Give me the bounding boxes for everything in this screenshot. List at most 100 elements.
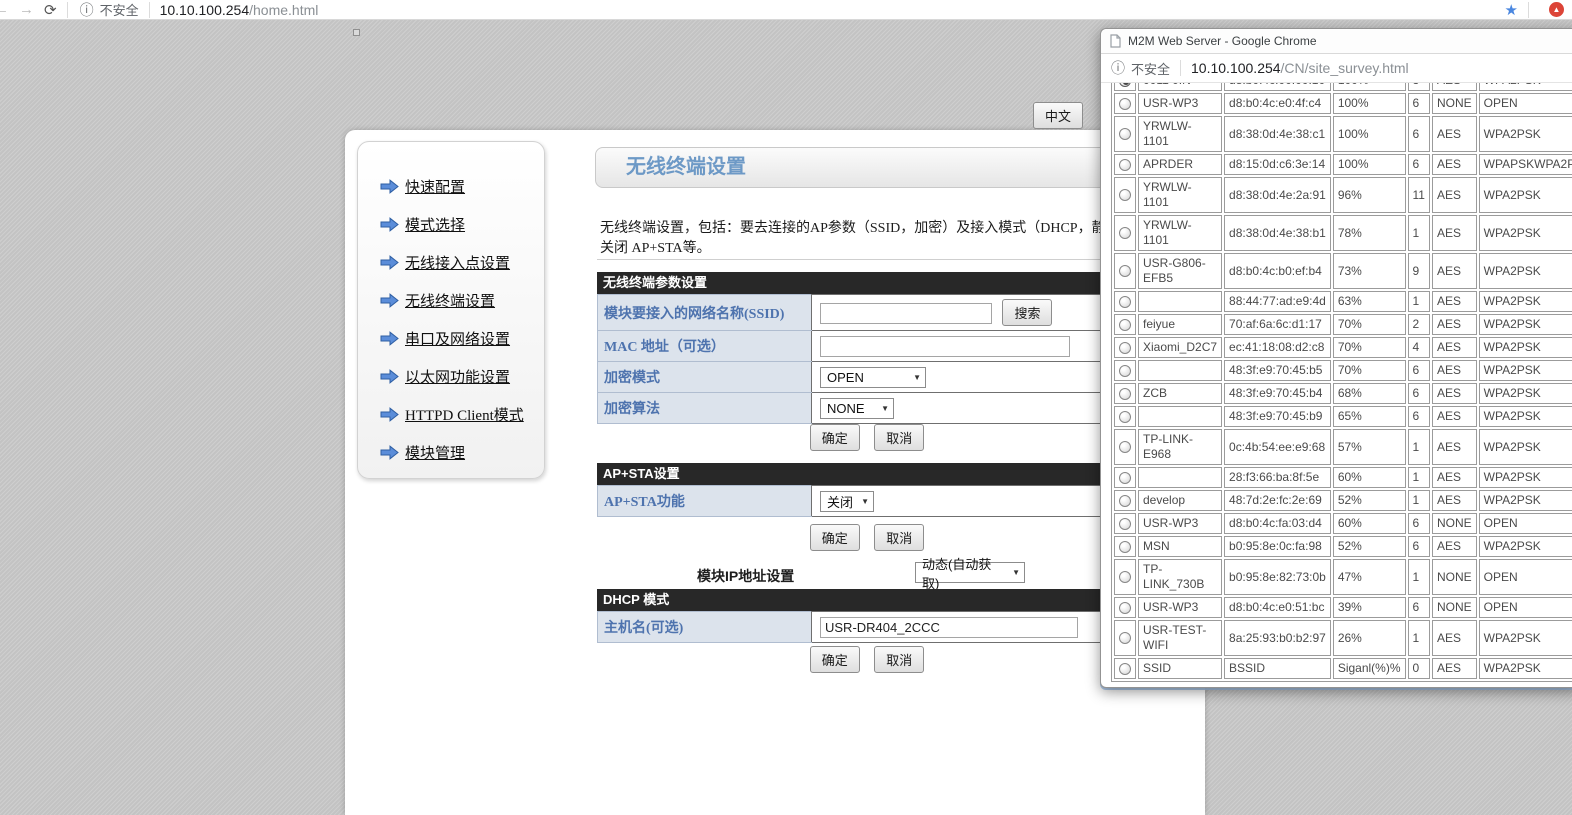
ssid-cell (1138, 406, 1222, 427)
ssid-input[interactable] (820, 303, 992, 324)
channel-cell: 1 (1408, 620, 1430, 656)
ssid-cell: YRWLW-1101 (1138, 116, 1222, 152)
cancel-button[interactable]: 取消 (874, 524, 924, 551)
select-network-radio[interactable] (1119, 227, 1131, 239)
select-network-radio[interactable] (1119, 441, 1131, 453)
channel-cell: 1 (1408, 215, 1430, 251)
forward-icon[interactable]: → (19, 1, 34, 18)
auth-cell: WPA2PSK (1479, 620, 1572, 656)
channel-cell: 6 (1408, 406, 1430, 427)
reload-icon[interactable]: ⟳ (44, 1, 57, 19)
ssid-cell: USR-G806-EFB5 (1138, 253, 1222, 289)
back-icon[interactable]: ← (0, 1, 9, 18)
signal-cell: 52% (1333, 490, 1406, 511)
channel-cell: 1 (1408, 559, 1430, 595)
enc-alg-select[interactable]: NONE ▼ (820, 398, 894, 419)
select-network-radio[interactable] (1119, 319, 1131, 331)
select-network-radio[interactable] (1119, 159, 1131, 171)
info-icon[interactable]: ⓘ (1111, 58, 1125, 78)
encryption-cell: AES (1432, 658, 1477, 679)
survey-row: 28:f3:66:ba:8f:5e 60% 1 AES WPA2PSK (1114, 467, 1572, 488)
url-host: 10.10.100.254 (160, 2, 250, 18)
bssid-cell: ec:41:18:08:d2:c8 (1224, 337, 1331, 358)
select-network-radio[interactable] (1119, 388, 1131, 400)
divider (1180, 60, 1181, 76)
extension-icon[interactable]: ▲ (1549, 2, 1564, 17)
divider (67, 2, 68, 18)
divider (1528, 2, 1529, 18)
site-survey-window: M2M Web Server - Google Chrome ⓘ 不安全 10.… (1100, 28, 1572, 688)
hostname-input[interactable] (820, 617, 1078, 638)
bssid-cell: b0:95:8e:82:73:0b (1224, 559, 1331, 595)
address-bar[interactable]: 10.10.100.254/home.html (160, 2, 319, 18)
select-network-radio[interactable] (1119, 296, 1131, 308)
cancel-button[interactable]: 取消 (874, 646, 924, 673)
popup-addressbar[interactable]: ⓘ 不安全 10.10.100.254/CN/site_survey.html (1101, 54, 1572, 83)
select-network-radio[interactable] (1119, 518, 1131, 530)
confirm-button[interactable]: 确定 (810, 424, 860, 451)
signal-cell: 47% (1333, 559, 1406, 595)
cancel-button[interactable]: 取消 (874, 424, 924, 451)
ssid-cell: USR-WP3 (1138, 93, 1222, 114)
enc-mode-select[interactable]: OPEN ▼ (820, 367, 926, 388)
auth-cell: WPA2PSK (1479, 467, 1572, 488)
language-button[interactable]: 中文 (1033, 102, 1083, 129)
ssid-cell (1138, 291, 1222, 312)
confirm-button[interactable]: 确定 (810, 524, 860, 551)
broken-image-icon (353, 29, 360, 36)
popup-titlebar[interactable]: M2M Web Server - Google Chrome (1101, 29, 1572, 54)
apsta-func-select[interactable]: 关闭 ▼ (820, 491, 874, 512)
signal-cell: 100% (1333, 83, 1406, 91)
bssid-cell: 0c:4b:54:ee:e9:68 (1224, 429, 1331, 465)
select-network-radio[interactable] (1119, 571, 1131, 583)
ssid-cell: 0011-JIN (1138, 83, 1222, 91)
ssid-cell: USR-TEST-WIFI (1138, 620, 1222, 656)
survey-row: YRWLW-1101 d8:38:0d:4e:2a:91 96% 11 AES … (1114, 177, 1572, 213)
sidebar-item-httpd-client: HTTPD Client模式 (380, 395, 544, 433)
select-network-radio[interactable] (1119, 602, 1131, 614)
select-network-radio[interactable] (1119, 472, 1131, 484)
select-network-radio[interactable] (1119, 98, 1131, 110)
survey-row: TP-LINK-E968 0c:4b:54:ee:e9:68 57% 1 AES… (1114, 429, 1572, 465)
select-network-radio[interactable] (1119, 411, 1131, 423)
search-button[interactable]: 搜索 (1002, 299, 1052, 326)
signal-cell: Siganl(%)% (1333, 658, 1406, 679)
channel-cell: 6 (1408, 597, 1430, 618)
info-icon[interactable]: ⓘ (80, 0, 94, 20)
select-network-radio[interactable] (1119, 128, 1131, 140)
bssid-cell: d8:38:0d:4e:2a:91 (1224, 177, 1331, 213)
survey-row: YRWLW-1101 d8:38:0d:4e:38:c1 100% 6 AES … (1114, 116, 1572, 152)
channel-cell: 2 (1408, 314, 1430, 335)
select-network-radio[interactable] (1119, 663, 1131, 675)
bookmark-star-icon[interactable]: ★ (1505, 1, 1518, 19)
survey-row: YRWLW-1101 d8:38:0d:4e:38:b1 78% 1 AES W… (1114, 215, 1572, 251)
survey-row: 0011-JIN d8:b0:4c:00:00:10 100% 3 AES WP… (1114, 83, 1572, 91)
ip-setting-select[interactable]: 动态(自动获取) ▼ (915, 562, 1025, 583)
select-network-radio[interactable] (1119, 83, 1131, 87)
mac-input[interactable] (820, 336, 1070, 357)
survey-row: USR-WP3 d8:b0:4c:fa:03:d4 60% 6 NONE OPE… (1114, 513, 1572, 534)
select-network-radio[interactable] (1119, 365, 1131, 377)
select-network-radio[interactable] (1119, 189, 1131, 201)
select-network-radio[interactable] (1119, 495, 1131, 507)
security-label[interactable]: 不安全 (100, 0, 139, 19)
select-network-radio[interactable] (1119, 632, 1131, 644)
select-network-radio[interactable] (1119, 265, 1131, 277)
channel-cell: 0 (1408, 658, 1430, 679)
ssid-cell: APRDER (1138, 154, 1222, 175)
apsta-buttons: 确定 取消 (597, 524, 1137, 551)
sidebar: 快速配置 模式选择 无线接入点设置 无线终端设置 串口及网络设置 (357, 141, 545, 479)
signal-cell: 63% (1333, 291, 1406, 312)
encryption-cell: AES (1432, 536, 1477, 557)
select-network-radio[interactable] (1119, 541, 1131, 553)
enc-alg-label: 加密算法 (598, 393, 812, 424)
encryption-cell: AES (1432, 291, 1477, 312)
bssid-cell: b0:95:8e:0c:fa:98 (1224, 536, 1331, 557)
select-network-radio[interactable] (1119, 342, 1131, 354)
bssid-cell: 8a:25:93:b0:b2:97 (1224, 620, 1331, 656)
confirm-button[interactable]: 确定 (810, 646, 860, 673)
ssid-cell: USR-WP3 (1138, 597, 1222, 618)
bssid-cell: d8:15:0d:c6:3e:14 (1224, 154, 1331, 175)
popup-url: 10.10.100.254/CN/site_survey.html (1191, 60, 1409, 76)
auth-cell: WPA2PSK (1479, 658, 1572, 679)
